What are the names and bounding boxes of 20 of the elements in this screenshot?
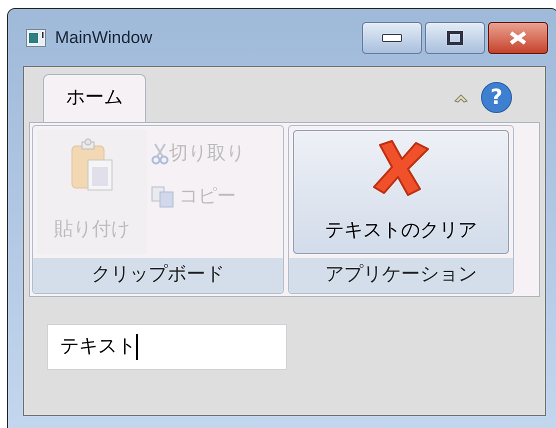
collapse-ribbon-icon[interactable] xyxy=(453,92,469,104)
scissors-icon xyxy=(151,143,169,166)
help-button[interactable]: ? xyxy=(481,82,512,113)
text-cursor xyxy=(136,334,138,360)
maximize-icon xyxy=(447,30,463,44)
clipboard-icon xyxy=(70,136,114,192)
group-label: クリップボード xyxy=(33,258,283,293)
text-input-field[interactable]: テキスト xyxy=(47,324,287,370)
window-title: MainWindow xyxy=(55,26,152,49)
minimize-button[interactable] xyxy=(362,22,422,54)
close-button[interactable] xyxy=(488,22,548,54)
ribbon-tab[interactable]: ホーム xyxy=(43,74,146,122)
app-icon xyxy=(26,28,46,46)
maximize-button[interactable] xyxy=(425,22,485,54)
close-icon xyxy=(508,30,528,44)
input-text: テキスト xyxy=(60,334,136,359)
minimize-icon xyxy=(382,34,402,42)
ribbon-large-button[interactable]: テキストのクリア xyxy=(293,130,509,254)
group-label: アプリケーション xyxy=(289,258,513,293)
x-mark-icon xyxy=(372,139,430,197)
